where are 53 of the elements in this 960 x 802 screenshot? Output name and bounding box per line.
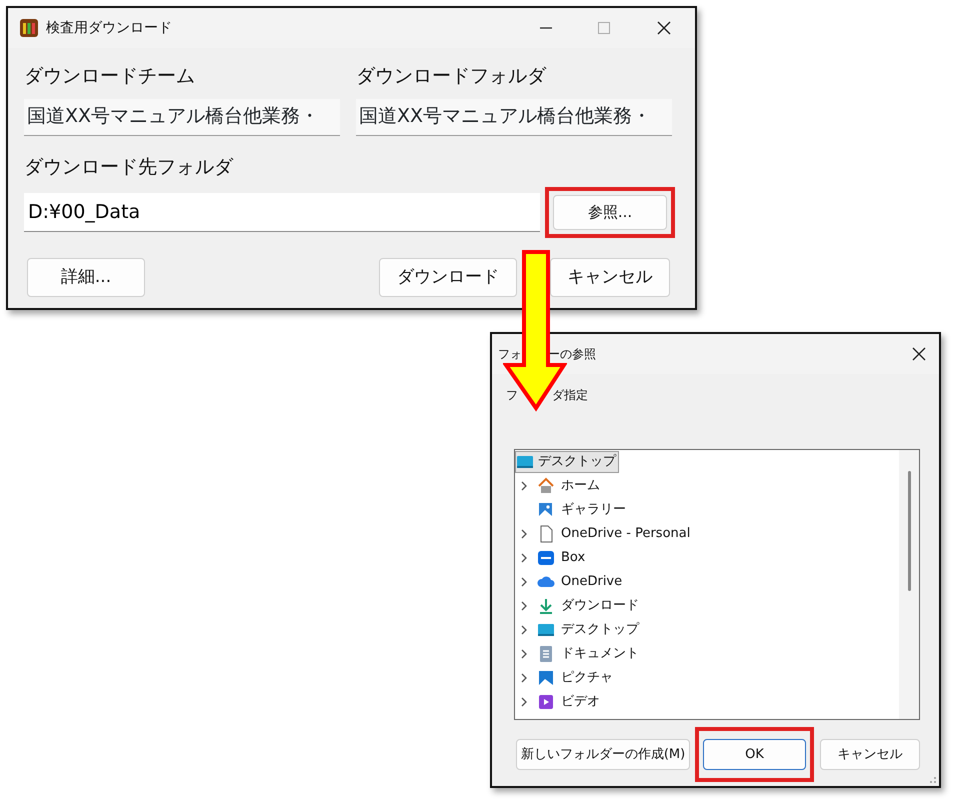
tree-item[interactable]: Box <box>515 546 899 570</box>
window-title: 検査用ダウンロード <box>46 18 173 38</box>
tree-item[interactable]: ダウンロード <box>515 594 899 618</box>
tree-item[interactable]: デスクトップ <box>515 451 619 473</box>
chevron-icon[interactable] <box>519 697 529 707</box>
tree-item[interactable]: ギャラリー <box>515 498 899 522</box>
chevron-icon[interactable] <box>519 625 529 635</box>
document-icon <box>537 645 555 663</box>
ok-button[interactable]: OK <box>703 739 806 770</box>
scrollbar-thumb[interactable] <box>908 471 911 591</box>
field-label: ダウンロード先フォルダ <box>24 154 234 180</box>
scrollbar[interactable] <box>899 450 919 719</box>
tree-item[interactable]: ピクチャ <box>515 666 899 690</box>
cancel-button[interactable]: キャンセル <box>550 258 670 297</box>
image-icon <box>537 669 555 687</box>
monitor-icon <box>516 453 534 471</box>
details-button[interactable]: 詳細... <box>27 258 145 297</box>
tree-item[interactable]: ドキュメント <box>515 642 899 666</box>
home-icon <box>537 477 555 495</box>
chevron-icon[interactable] <box>519 529 529 539</box>
chevron-icon[interactable] <box>519 649 529 659</box>
tree-item[interactable]: OneDrive - Personal <box>515 522 899 546</box>
download-icon <box>537 597 555 615</box>
box-icon <box>537 549 555 567</box>
monitor-icon <box>537 621 555 639</box>
new-folder-button[interactable]: 新しいフォルダーの作成(M) <box>516 739 690 770</box>
close-icon <box>912 347 926 361</box>
close-icon <box>657 21 671 35</box>
chevron-icon[interactable] <box>519 553 529 563</box>
chevron-icon[interactable] <box>519 673 529 683</box>
maximize-icon <box>597 21 611 35</box>
prompt-text: フ <box>506 387 518 404</box>
resize-grip-icon[interactable] <box>929 776 937 784</box>
image-icon <box>537 501 555 519</box>
download-button[interactable]: ダウンロード <box>379 258 517 297</box>
browse-button[interactable]: 参照... <box>553 195 667 230</box>
tree-item[interactable]: ホーム <box>515 474 899 498</box>
app-icon <box>20 19 38 37</box>
read-only-field: 国道XX号マニュアル橋台他業務・ <box>356 98 672 136</box>
chevron-icon[interactable] <box>519 481 529 491</box>
tree-item[interactable]: デスクトップ <box>515 618 899 642</box>
field-label: ダウンロードチーム <box>24 64 196 89</box>
chevron-icon[interactable] <box>519 601 529 611</box>
chevron-icon[interactable] <box>519 577 529 587</box>
cancel-button[interactable]: キャンセル <box>820 739 920 770</box>
dialog-title: フォ <box>498 346 522 363</box>
field-label: ダウンロードフォルダ <box>356 64 548 89</box>
tree-item[interactable]: ビデオ <box>515 690 899 714</box>
video-icon <box>537 693 555 711</box>
prompt-text: ダ指定 <box>552 387 588 404</box>
tree-item[interactable]: OneDrive <box>515 570 899 594</box>
path-field[interactable]: D:¥00_Data <box>24 193 540 232</box>
read-only-field: 国道XX号マニュアル橋台他業務・ <box>24 98 340 136</box>
